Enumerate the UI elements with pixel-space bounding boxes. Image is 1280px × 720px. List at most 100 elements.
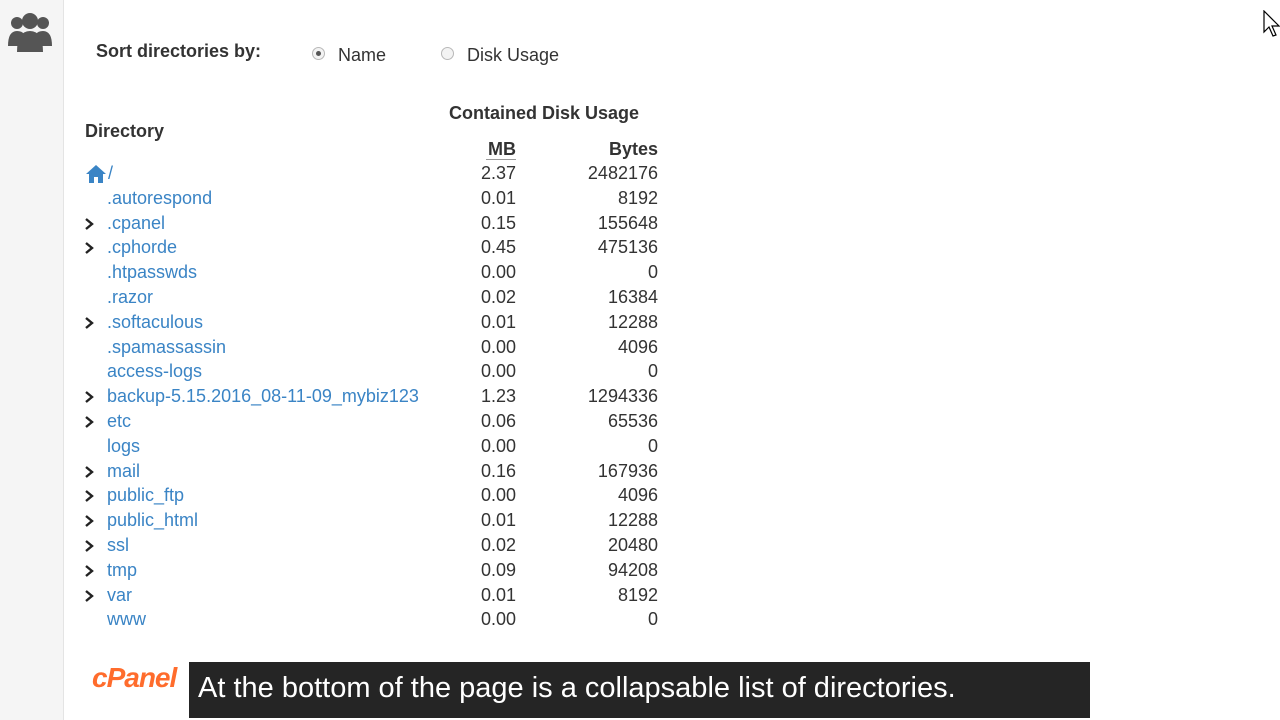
directory-mb: 0.01 bbox=[480, 311, 516, 332]
table-row-root: / 2.37 2482176 bbox=[0, 161, 700, 186]
chevron-right-icon[interactable] bbox=[82, 465, 96, 479]
table-row: var 0.01 8192 bbox=[0, 583, 700, 608]
chevron-right-icon[interactable] bbox=[82, 217, 96, 231]
table-row: .cphorde 0.45 475136 bbox=[0, 235, 700, 260]
directory-link[interactable]: .softaculous bbox=[107, 312, 203, 333]
mb-column-header: MB bbox=[486, 139, 516, 160]
directory-link[interactable]: var bbox=[107, 585, 132, 606]
table-row: .autorespond 0.01 8192 bbox=[0, 186, 700, 211]
table-row: .spamassassin 0.00 4096 bbox=[0, 335, 700, 360]
directory-link[interactable]: .spamassassin bbox=[107, 337, 226, 358]
directory-mb: 0.01 bbox=[480, 510, 516, 531]
directory-link[interactable]: public_ftp bbox=[107, 485, 184, 506]
directory-link[interactable]: logs bbox=[107, 436, 140, 457]
directory-mb: 0.15 bbox=[480, 212, 516, 233]
directory-mb: 0.09 bbox=[480, 559, 516, 580]
directory-bytes: 4096 bbox=[617, 485, 658, 506]
directory-link[interactable]: .htpasswds bbox=[107, 262, 197, 283]
chevron-right-icon[interactable] bbox=[82, 241, 96, 255]
table-row: .razor 0.02 16384 bbox=[0, 285, 700, 310]
root-bytes: 2482176 bbox=[587, 163, 658, 183]
cpanel-logo: cPanel bbox=[92, 662, 177, 693]
table-row: .htpasswds 0.00 0 bbox=[0, 260, 700, 285]
directory-mb: 0.06 bbox=[480, 410, 516, 431]
chevron-right-icon[interactable] bbox=[82, 415, 96, 429]
directory-bytes: 8192 bbox=[617, 584, 658, 605]
directory-link[interactable]: mail bbox=[107, 461, 140, 482]
directory-bytes: 20480 bbox=[607, 534, 658, 555]
directory-bytes: 12288 bbox=[607, 311, 658, 332]
table-row: backup-5.15.2016_08-11-09_mybiz123 1.23 12… bbox=[0, 384, 700, 409]
users-icon[interactable] bbox=[8, 12, 52, 54]
directory-mb: 0.45 bbox=[480, 237, 516, 258]
table-row: public_ftp 0.00 4096 bbox=[0, 483, 700, 508]
directory-mb: 0.16 bbox=[480, 460, 516, 481]
directory-link[interactable]: etc bbox=[107, 411, 131, 432]
table-row: .softaculous 0.01 12288 bbox=[0, 310, 700, 335]
chevron-right-icon[interactable] bbox=[82, 589, 96, 603]
chevron-right-icon[interactable] bbox=[82, 539, 96, 553]
sort-label: Sort directories by: bbox=[96, 41, 262, 61]
table-row: access-logs 0.00 0 bbox=[0, 359, 700, 384]
directory-mb: 0.01 bbox=[480, 187, 516, 208]
directory-mb: 0.00 bbox=[480, 485, 516, 506]
directory-bytes: 0 bbox=[647, 361, 658, 382]
directory-bytes: 0 bbox=[647, 609, 658, 630]
chevron-right-icon[interactable] bbox=[82, 316, 96, 330]
directory-link[interactable]: .cphorde bbox=[107, 237, 177, 258]
home-icon[interactable] bbox=[85, 164, 107, 184]
bytes-column-header: Bytes bbox=[608, 139, 658, 159]
directory-link[interactable]: .razor bbox=[107, 287, 153, 308]
directory-bytes: 12288 bbox=[607, 510, 658, 531]
directory-bytes: 4096 bbox=[617, 336, 658, 357]
directory-link[interactable]: ssl bbox=[107, 535, 129, 556]
directory-list: / 2.37 2482176 .autorespond 0.01 8192 .cpan… bbox=[0, 161, 700, 632]
directory-link[interactable]: tmp bbox=[107, 560, 137, 581]
table-row: logs 0.00 0 bbox=[0, 434, 700, 459]
sort-by-disk-usage-label[interactable]: Disk Usage bbox=[467, 45, 559, 66]
directory-mb: 0.00 bbox=[480, 609, 516, 630]
directory-bytes: 167936 bbox=[597, 460, 658, 481]
video-caption: At the bottom of the page is a collapsab… bbox=[189, 662, 1090, 718]
root-mb: 2.37 bbox=[480, 163, 516, 183]
directory-mb: 0.00 bbox=[480, 435, 516, 456]
directory-bytes: 1294336 bbox=[587, 386, 658, 407]
chevron-right-icon[interactable] bbox=[82, 390, 96, 404]
table-row: etc 0.06 65536 bbox=[0, 409, 700, 434]
directory-link[interactable]: access-logs bbox=[107, 361, 202, 382]
directory-bytes: 8192 bbox=[617, 187, 658, 208]
sort-by-disk-usage-radio[interactable] bbox=[441, 47, 454, 60]
sort-by-name-radio[interactable] bbox=[312, 47, 325, 60]
directory-mb: 0.00 bbox=[480, 336, 516, 357]
sort-by-name-label[interactable]: Name bbox=[338, 45, 386, 66]
table-row: mail 0.16 167936 bbox=[0, 459, 700, 484]
directory-bytes: 0 bbox=[647, 262, 658, 283]
sort-controls: Sort directories by: Name Disk Usage bbox=[96, 40, 696, 70]
table-row: ssl 0.02 20480 bbox=[0, 533, 700, 558]
directory-mb: 1.23 bbox=[480, 386, 516, 407]
directory-link[interactable]: public_html bbox=[107, 510, 198, 531]
directory-column-header: Directory bbox=[85, 121, 165, 141]
chevron-right-icon[interactable] bbox=[82, 489, 96, 503]
root-directory-link[interactable]: / bbox=[108, 163, 113, 184]
directory-mb: 0.02 bbox=[480, 286, 516, 307]
table-row: public_html 0.01 12288 bbox=[0, 508, 700, 533]
directory-mb: 0.00 bbox=[480, 361, 516, 382]
directory-bytes: 94208 bbox=[607, 559, 658, 580]
directory-mb: 0.02 bbox=[480, 534, 516, 555]
directory-mb: 0.00 bbox=[480, 262, 516, 283]
chevron-right-icon[interactable] bbox=[82, 514, 96, 528]
directory-bytes: 0 bbox=[647, 435, 658, 456]
directory-bytes: 475136 bbox=[597, 237, 658, 258]
table-row: .cpanel 0.15 155648 bbox=[0, 211, 700, 236]
directory-link[interactable]: backup-5.15.2016_08-11-09_mybiz123 bbox=[107, 386, 419, 407]
chevron-right-icon[interactable] bbox=[82, 564, 96, 578]
directory-bytes: 65536 bbox=[607, 410, 658, 431]
directory-link[interactable]: .cpanel bbox=[107, 213, 165, 234]
contained-disk-usage-header: Contained Disk Usage bbox=[449, 103, 640, 123]
directory-bytes: 16384 bbox=[607, 286, 658, 307]
directory-bytes: 155648 bbox=[597, 212, 658, 233]
table-row: www 0.00 0 bbox=[0, 607, 700, 632]
directory-link[interactable]: .autorespond bbox=[107, 188, 212, 209]
directory-link[interactable]: www bbox=[107, 609, 146, 630]
